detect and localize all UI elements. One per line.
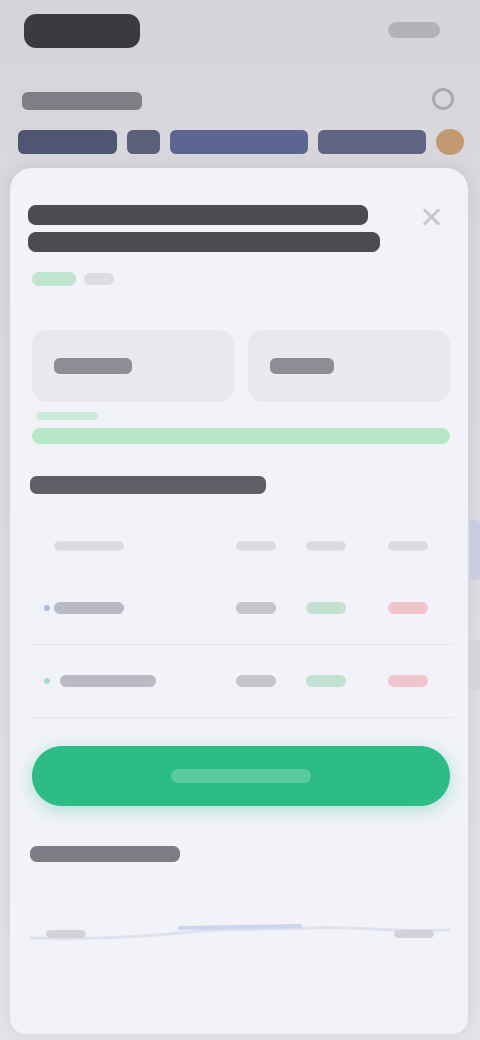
mini-chart-svg	[30, 924, 450, 941]
ticker-strip	[18, 126, 464, 158]
table-row[interactable]	[30, 572, 454, 645]
table-header-row	[30, 520, 454, 572]
close-icon[interactable]	[420, 206, 442, 228]
confirm-button-label	[171, 769, 311, 783]
ticker-item[interactable]	[18, 130, 117, 154]
option-button-first[interactable]	[32, 330, 234, 402]
table-cell-negative	[388, 675, 428, 687]
table-row[interactable]	[30, 645, 454, 718]
avatar[interactable]	[436, 129, 464, 155]
side-panel-edge[interactable]	[470, 640, 480, 690]
table-cell-negative	[388, 602, 428, 614]
mini-chart	[30, 878, 450, 968]
modal-title	[28, 198, 388, 259]
option-button-second[interactable]	[248, 330, 450, 402]
progress-bar	[32, 428, 450, 444]
option-label	[54, 358, 132, 374]
series-dot-icon	[44, 605, 50, 611]
table-cell-positive	[306, 602, 346, 614]
series-dot-icon	[44, 678, 50, 684]
modal-title-line	[28, 232, 380, 252]
ticker-item[interactable]	[126, 130, 161, 154]
section-title	[30, 476, 266, 494]
app-header	[0, 0, 480, 170]
table-header-cell	[306, 541, 346, 551]
ticker-item[interactable]	[170, 130, 309, 154]
header-link[interactable]	[388, 22, 440, 38]
ticker-item[interactable]	[318, 130, 427, 154]
side-panel-edge[interactable]	[470, 520, 480, 580]
table-header-cell	[236, 541, 276, 551]
table-cell-name	[60, 675, 156, 687]
page-subtitle	[22, 92, 142, 110]
table-cell	[236, 602, 276, 614]
mini-chart-line	[30, 926, 450, 941]
table-cell	[236, 675, 276, 687]
table-header-cell	[388, 541, 428, 551]
status-badge	[32, 272, 76, 286]
mini-chart-highlight	[178, 924, 302, 930]
footer-section-title	[30, 846, 180, 862]
progress-label	[36, 412, 98, 420]
table-cell-name	[54, 602, 124, 614]
option-label	[270, 358, 334, 374]
settings-icon[interactable]	[432, 88, 454, 110]
app-logo[interactable]	[24, 14, 140, 48]
axis-label-end	[394, 930, 434, 938]
modal-sheet	[10, 168, 468, 1034]
option-group	[32, 330, 450, 402]
meta-badge	[84, 273, 114, 285]
table-cell-positive	[306, 675, 346, 687]
axis-label-start	[46, 930, 86, 938]
progress-fill	[32, 428, 450, 444]
modal-title-line	[28, 205, 368, 225]
data-table	[30, 520, 454, 718]
table-header-cell	[54, 541, 124, 551]
tag-row	[32, 272, 114, 286]
app-screen	[0, 0, 480, 1040]
confirm-button[interactable]	[32, 746, 450, 806]
